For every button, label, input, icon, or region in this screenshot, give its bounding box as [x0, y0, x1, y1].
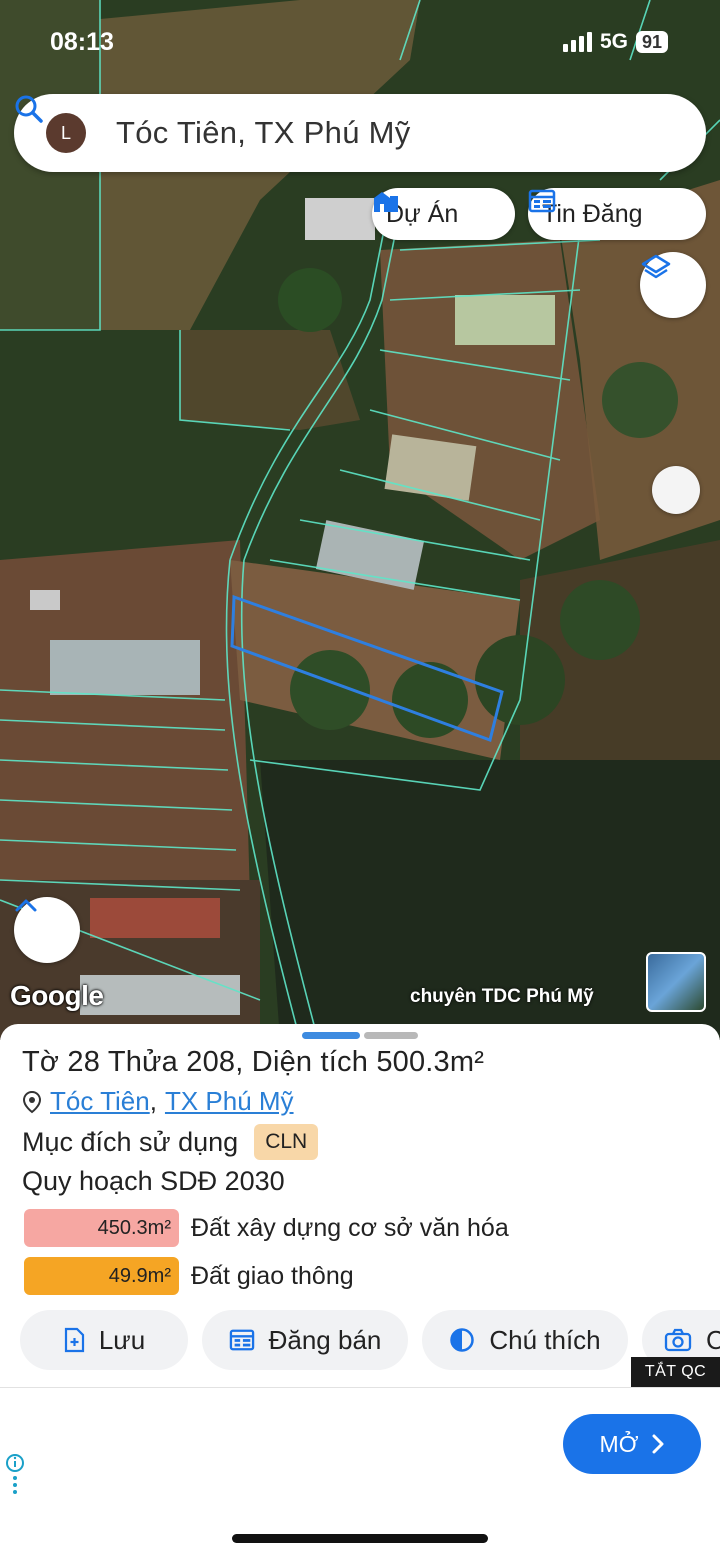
- search-icon[interactable]: [15, 95, 684, 153]
- avatar[interactable]: L: [46, 113, 86, 153]
- sheet-number: 28: [67, 1046, 101, 1078]
- location-pin-icon: [22, 1090, 42, 1113]
- plot-prefix: Thửa: [107, 1046, 178, 1078]
- sheet-prefix: Tờ: [22, 1046, 60, 1078]
- sheet-handle[interactable]: [364, 1032, 418, 1039]
- save-button[interactable]: Lưu: [20, 1310, 188, 1370]
- layers-button[interactable]: [640, 252, 706, 318]
- status-indicators: 5G 91: [562, 22, 668, 62]
- location-dot-button[interactable]: [652, 466, 700, 514]
- building-icon: [374, 192, 398, 212]
- purpose-badge: CLN: [254, 1124, 319, 1160]
- area-prefix: Diện tích: [251, 1046, 369, 1078]
- sheet-handle-active[interactable]: [302, 1032, 360, 1039]
- listing-icon: [229, 1329, 254, 1351]
- plan-area-bar: 49.9m²: [24, 1257, 179, 1295]
- capture-label: C: [706, 1324, 720, 1355]
- plan-row: 450.3m² Đất xây dựng cơ sở văn hóa: [24, 1209, 509, 1247]
- listings-label: Tin Đăng: [542, 199, 643, 228]
- projects-chip[interactable]: Dự Án: [372, 188, 515, 240]
- search-query[interactable]: Tóc Tiên, TX Phú Mỹ: [116, 115, 644, 151]
- network-type: 5G: [599, 30, 628, 53]
- parcel-title: Tờ 28 Thửa 208, Diện tích 500.3m²: [22, 1046, 485, 1078]
- plan-label: Đất giao thông: [191, 1261, 354, 1290]
- plan-row: 49.9m² Đất giao thông: [24, 1257, 354, 1295]
- add-document-icon: [64, 1327, 84, 1353]
- purpose-row: Mục đích sử dụng CLN: [22, 1124, 319, 1160]
- legend-button[interactable]: Chú thích: [422, 1310, 628, 1370]
- plot-number: 208: [186, 1046, 236, 1078]
- sell-label: Đăng bán: [268, 1324, 382, 1355]
- contrast-icon: [450, 1328, 475, 1352]
- town-link[interactable]: TX Phú Mỹ: [165, 1086, 294, 1117]
- area-value: 500.3: [376, 1046, 450, 1078]
- google-logo: Google: [10, 980, 104, 1011]
- camera-icon: [664, 1328, 692, 1352]
- chevron-up-icon: [15, 899, 37, 912]
- ad-info-icon[interactable]: [4, 1452, 26, 1501]
- battery-level: 91: [635, 31, 668, 53]
- action-bar: Lưu Đăng bán Chú thích C: [20, 1310, 720, 1370]
- ad-open-button[interactable]: MỞ: [563, 1414, 701, 1474]
- location-row: Tóc Tiên, TX Phú Mỹ: [22, 1086, 294, 1117]
- home-indicator[interactable]: [232, 1534, 488, 1543]
- search-bar[interactable]: L Tóc Tiên, TX Phú Mỹ: [14, 94, 706, 172]
- status-time: 08:13: [50, 27, 114, 56]
- layers-icon: [641, 254, 671, 279]
- ad-thumbnail[interactable]: [646, 952, 706, 1012]
- plan-label: Đất xây dựng cơ sở văn hóa: [191, 1213, 509, 1242]
- map-view[interactable]: 08:13 5G 91 L Tóc Tiên, TX Phú Mỹ Dự Án …: [0, 0, 720, 1040]
- chevron-right-icon: [652, 1434, 664, 1454]
- expand-up-button[interactable]: [14, 897, 80, 963]
- close-ad-button[interactable]: TẮT QC: [631, 1357, 720, 1387]
- post-sale-button[interactable]: Đăng bán: [202, 1310, 408, 1370]
- legend-label: Chú thích: [489, 1324, 601, 1355]
- signal-icon: [562, 32, 592, 52]
- plan-title: Quy hoạch SDĐ 2030: [22, 1166, 285, 1196]
- commune-link[interactable]: Tóc Tiên: [50, 1086, 150, 1117]
- listing-icon: [528, 189, 556, 213]
- area-unit: m²: [449, 1046, 485, 1078]
- purpose-label: Mục đích sử dụng: [22, 1126, 239, 1157]
- map-watermark: chuyên TDC Phú Mỹ: [410, 986, 594, 1007]
- save-label: Lưu: [98, 1324, 146, 1355]
- ad-open-label: MỞ: [599, 1430, 639, 1457]
- listings-chip[interactable]: Tin Đăng: [528, 188, 706, 240]
- plan-area-bar: 450.3m²: [24, 1209, 179, 1247]
